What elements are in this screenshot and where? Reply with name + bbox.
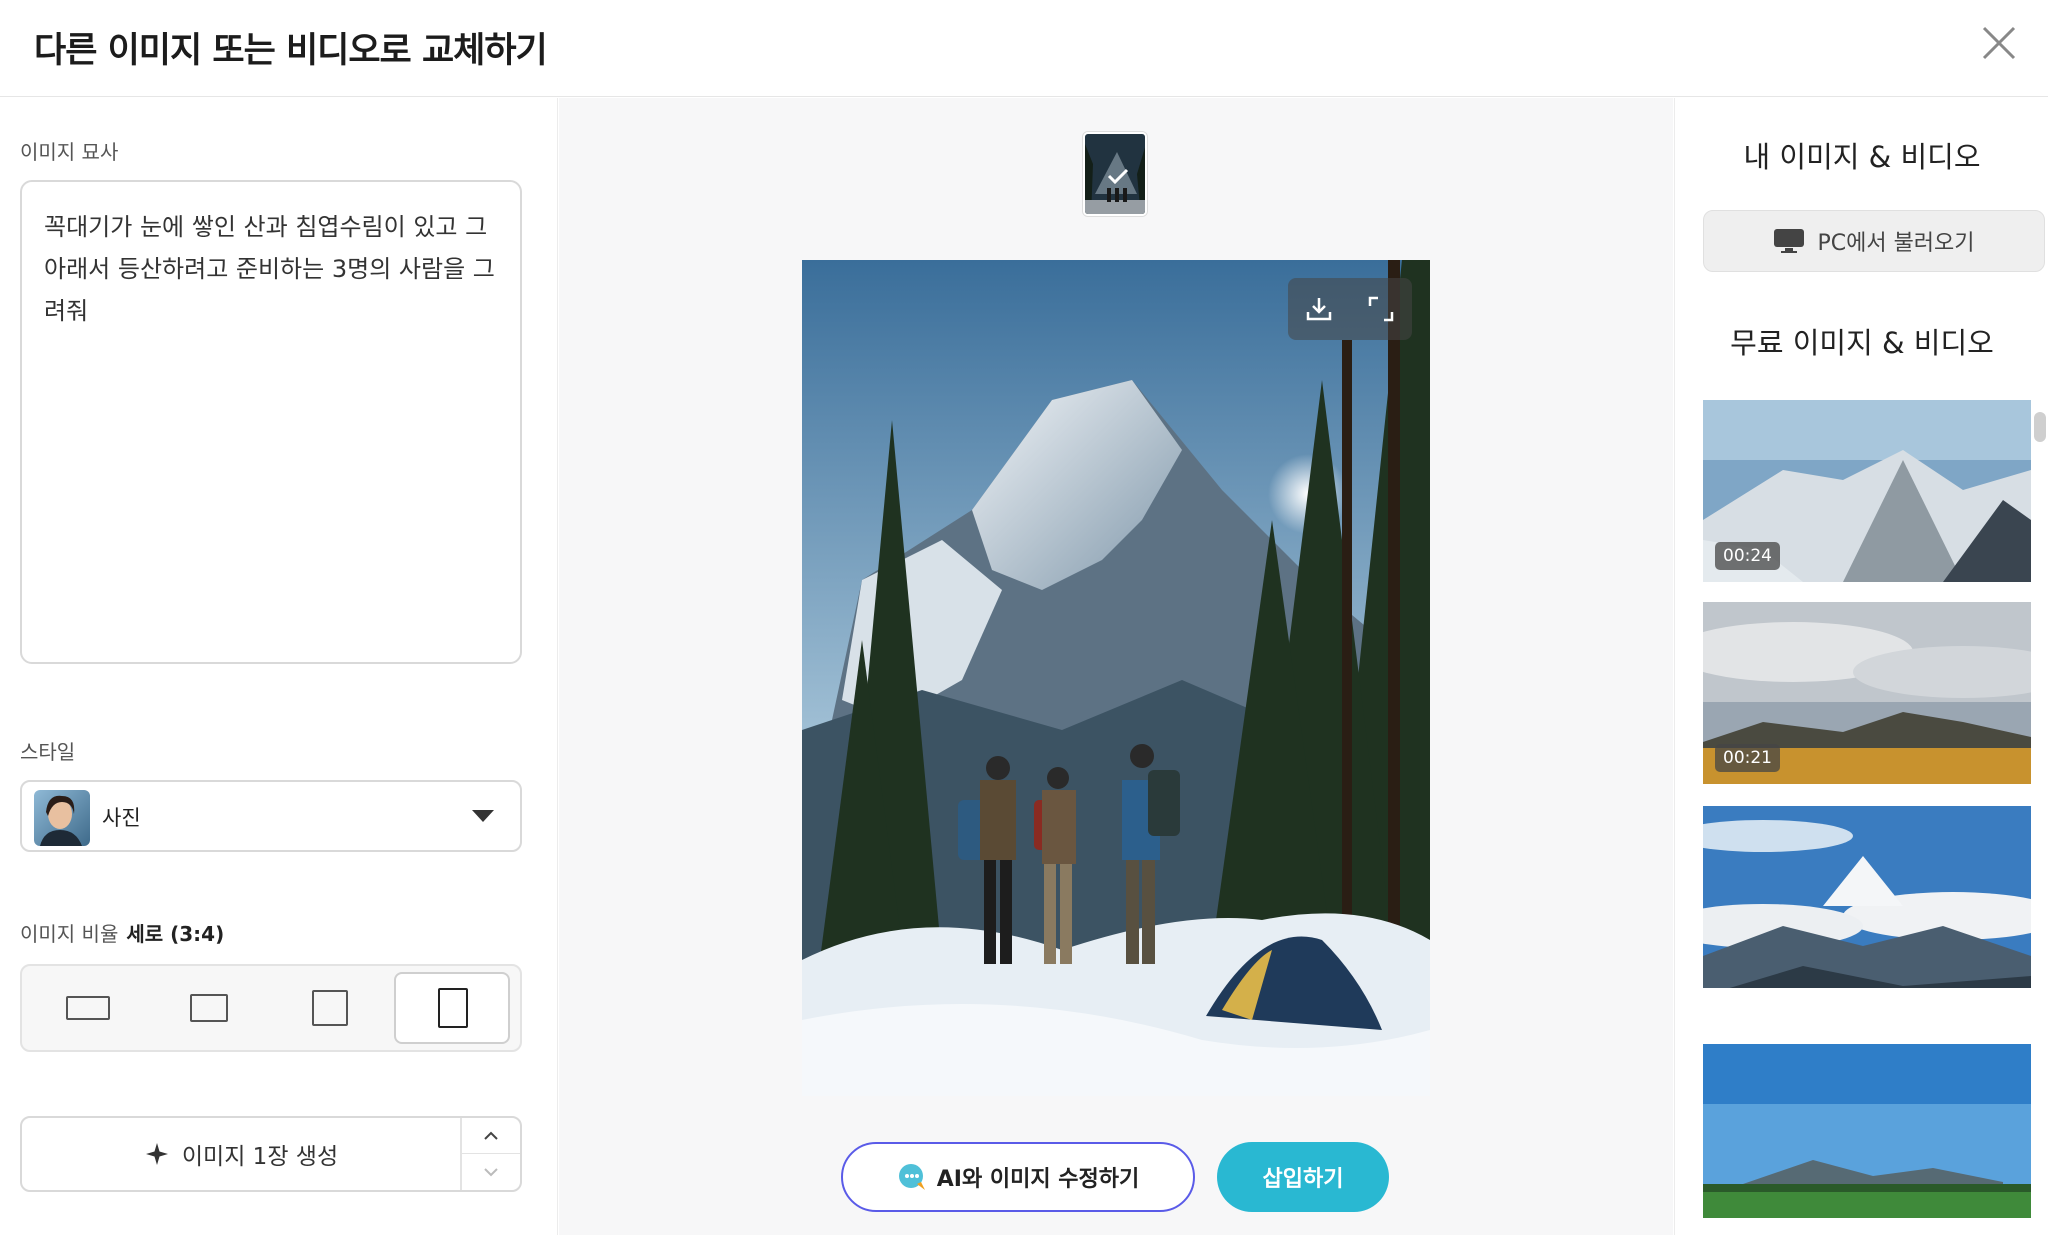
ai-edit-button[interactable]: AI와 이미지 수정하기 xyxy=(841,1142,1195,1212)
ratio-option-wide[interactable] xyxy=(28,972,144,1044)
ratio-portrait-shape xyxy=(438,988,468,1028)
free-media-item[interactable]: 00:24 xyxy=(1703,400,2031,582)
generate-label: 이미지 1장 생성 xyxy=(181,1144,339,1170)
preview-panel: AI와 이미지 수정하기 삽입하기 xyxy=(559,98,1673,1235)
fullscreen-icon xyxy=(1368,296,1394,322)
duration-badge: 00:21 xyxy=(1715,744,1780,772)
count-stepper xyxy=(460,1118,520,1190)
media-panel: 내 이미지 & 비디오 PC에서 불러오기 무료 이미지 & 비디오 00:24 xyxy=(1674,98,2048,1235)
free-media-item[interactable]: 00:21 xyxy=(1703,602,2031,784)
sparkle-icon xyxy=(145,1143,168,1165)
ratio-option-portrait[interactable] xyxy=(394,972,510,1044)
insert-button[interactable]: 삽입하기 xyxy=(1217,1142,1389,1212)
free-media-item[interactable] xyxy=(1703,1044,2031,1218)
pc-upload-label: PC에서 불러오기 xyxy=(1817,231,1975,256)
description-textarea[interactable]: 꼭대기가 눈에 쌓인 산과 침엽수림이 있고 그 아래서 등산하려고 준비하는 … xyxy=(20,180,522,664)
download-icon xyxy=(1306,298,1332,321)
style-select[interactable]: 사진 xyxy=(20,780,522,852)
duration-badge: 00:24 xyxy=(1715,542,1780,570)
description-label: 이미지 묘사 xyxy=(20,140,119,164)
ai-chat-icon xyxy=(898,1164,925,1190)
style-value: 사진 xyxy=(102,806,141,830)
ratio-landscape-shape xyxy=(190,994,228,1022)
ratio-square-shape xyxy=(312,990,348,1026)
left-panel: 이미지 묘사 꼭대기가 눈에 쌓인 산과 침엽수림이 있고 그 아래서 등산하려… xyxy=(0,98,558,1235)
stepper-down-button[interactable] xyxy=(462,1154,520,1190)
ratio-option-square[interactable] xyxy=(272,972,388,1044)
stepper-up-button[interactable] xyxy=(462,1118,520,1154)
scrollbar-thumb[interactable] xyxy=(2034,412,2046,442)
ratio-label-text: 이미지 비율 xyxy=(20,922,119,946)
fullscreen-button[interactable] xyxy=(1350,278,1412,340)
dialog-title: 다른 이미지 또는 비디오로 교체하기 xyxy=(34,31,548,71)
close-icon[interactable] xyxy=(1976,20,2022,66)
pc-upload-button[interactable]: PC에서 불러오기 xyxy=(1703,210,2045,272)
ratio-wide-shape xyxy=(66,996,110,1020)
free-media-item[interactable] xyxy=(1703,806,2031,988)
generate-control: 이미지 1장 생성 xyxy=(20,1116,522,1192)
my-media-title: 내 이미지 & 비디오 xyxy=(1743,140,1981,174)
style-label: 스타일 xyxy=(20,740,76,764)
style-thumbnail xyxy=(34,790,90,846)
ai-edit-label: AI와 이미지 수정하기 xyxy=(936,1167,1140,1192)
monitor-icon xyxy=(1774,229,1805,253)
download-button[interactable] xyxy=(1288,278,1350,340)
generate-button[interactable]: 이미지 1장 생성 xyxy=(22,1118,462,1190)
insert-label: 삽입하기 xyxy=(1262,1167,1344,1192)
ratio-value: 세로 (3:4) xyxy=(126,922,225,946)
free-media-title: 무료 이미지 & 비디오 xyxy=(1730,326,1994,360)
dialog-header: 다른 이미지 또는 비디오로 교체하기 xyxy=(0,0,2048,97)
generated-image xyxy=(802,260,1430,1096)
caret-down-icon xyxy=(472,810,494,822)
generated-thumbnail[interactable] xyxy=(1083,132,1147,216)
ratio-option-landscape[interactable] xyxy=(150,972,266,1044)
image-toolbar xyxy=(1288,278,1412,340)
ratio-label: 이미지 비율 세로 (3:4) xyxy=(20,918,224,947)
ratio-options xyxy=(20,964,522,1052)
chevron-up-icon xyxy=(484,1131,498,1140)
chevron-down-icon xyxy=(484,1168,498,1177)
